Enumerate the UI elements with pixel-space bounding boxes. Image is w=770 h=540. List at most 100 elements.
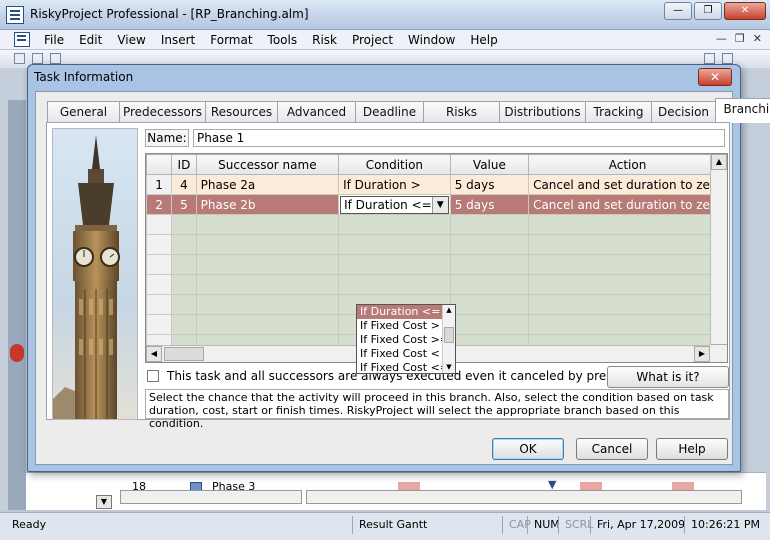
table-hscroll[interactable] — [120, 490, 302, 504]
cell-condition[interactable]: If Duration <= ▼ — [338, 194, 451, 215]
minimize-icon[interactable]: — — [664, 2, 692, 20]
empty-cell[interactable] — [195, 254, 340, 275]
tab-risks[interactable]: Risks — [423, 101, 499, 123]
empty-cell[interactable] — [449, 254, 530, 275]
scroll-down-icon[interactable]: ▼ — [96, 495, 112, 509]
menu-edit[interactable]: Edit — [79, 33, 102, 47]
cell-successor-name[interactable]: Phase 2b — [195, 194, 340, 215]
empty-cell[interactable] — [338, 234, 451, 255]
cell-action[interactable]: Cancel and set duration to zero — [528, 174, 727, 195]
warning-badge-icon[interactable] — [10, 344, 24, 362]
empty-cell[interactable] — [528, 274, 727, 295]
empty-cell[interactable] — [449, 294, 530, 315]
tab-resources[interactable]: Resources — [205, 101, 277, 123]
mdi-close-icon[interactable]: ✕ — [753, 32, 762, 45]
what-is-it-button[interactable]: What is it? — [607, 366, 729, 388]
tab-distributions[interactable]: Distributions — [499, 101, 585, 123]
empty-cell[interactable] — [338, 214, 451, 235]
menu-risk[interactable]: Risk — [312, 33, 337, 47]
toolbar-extra-icon[interactable] — [704, 53, 715, 64]
condition-select[interactable]: If Duration <= ▼ — [340, 195, 449, 214]
empty-cell[interactable] — [171, 214, 197, 235]
app-icon[interactable] — [6, 6, 24, 24]
empty-cell[interactable] — [449, 214, 530, 235]
tab-general[interactable]: General — [47, 101, 119, 123]
cell-action[interactable]: Cancel and set duration to zero — [528, 194, 727, 215]
cancel-button[interactable]: Cancel — [576, 438, 648, 460]
dropdown-scrollbar[interactable]: ▲ ▼ — [442, 305, 455, 373]
cell-successor-name[interactable]: Phase 2a — [195, 174, 340, 195]
cell-id[interactable]: 5 — [171, 194, 197, 215]
empty-cell[interactable] — [146, 314, 173, 335]
document-icon[interactable] — [14, 32, 30, 47]
tab-advanced[interactable]: Advanced — [277, 101, 355, 123]
column-header-successor-name[interactable]: Successor name — [195, 154, 340, 175]
ok-button[interactable]: OK — [492, 438, 564, 460]
dropdown-scroll-up-icon[interactable]: ▲ — [444, 306, 454, 314]
mdi-minimize-icon[interactable]: — — [716, 32, 727, 45]
gantt-hscroll[interactable] — [306, 490, 742, 504]
condition-option[interactable]: If Fixed Cost >= — [357, 333, 449, 347]
empty-cell[interactable] — [171, 254, 197, 275]
menu-view[interactable]: View — [117, 33, 145, 47]
tab-deadline[interactable]: Deadline — [355, 101, 423, 123]
empty-cell[interactable] — [171, 274, 197, 295]
empty-cell[interactable] — [449, 314, 530, 335]
chevron-down-icon[interactable]: ▼ — [431, 196, 448, 213]
condition-option[interactable]: If Fixed Cost > — [357, 319, 443, 333]
empty-cell[interactable] — [528, 214, 727, 235]
menu-format[interactable]: Format — [210, 33, 252, 47]
dropdown-scroll-down-icon[interactable]: ▼ — [444, 363, 454, 371]
menu-project[interactable]: Project — [352, 33, 393, 47]
toolbar-extra2-icon[interactable] — [722, 53, 733, 64]
empty-cell[interactable] — [146, 234, 173, 255]
cell-value[interactable]: 5 days — [449, 194, 530, 215]
empty-cell[interactable] — [338, 274, 451, 295]
empty-cell[interactable] — [195, 294, 340, 315]
scroll-thumb[interactable] — [164, 347, 204, 361]
empty-cell[interactable] — [338, 254, 451, 275]
toolbar-save-icon[interactable] — [50, 53, 61, 64]
row-number[interactable]: 2 — [146, 194, 173, 215]
cell-condition[interactable]: If Duration > — [338, 174, 451, 195]
menu-file[interactable]: File — [44, 33, 64, 47]
toolbar-new-icon[interactable] — [14, 53, 25, 64]
dropdown-scroll-thumb[interactable] — [444, 327, 454, 343]
scroll-left-icon[interactable]: ◀ — [146, 346, 162, 362]
condition-option[interactable]: If Fixed Cost <= — [357, 361, 449, 373]
empty-cell[interactable] — [528, 294, 727, 315]
empty-cell[interactable] — [171, 314, 197, 335]
column-header-condition[interactable]: Condition — [338, 154, 451, 175]
always-execute-checkbox[interactable] — [147, 370, 159, 382]
empty-table-row[interactable] — [146, 234, 727, 255]
table-row[interactable]: 2 5 Phase 2b If Duration <= ▼ 5 days Cancel an… — [146, 194, 727, 215]
tab-tracking[interactable]: Tracking — [585, 101, 651, 123]
table-row[interactable]: 1 4 Phase 2a If Duration >5 days Cancel and … — [146, 174, 727, 195]
help-button[interactable]: Help — [656, 438, 728, 460]
empty-cell[interactable] — [449, 274, 530, 295]
empty-cell[interactable] — [146, 254, 173, 275]
tab-branching[interactable]: Branching — [715, 98, 770, 123]
empty-cell[interactable] — [146, 214, 173, 235]
restore-icon[interactable]: ❐ — [694, 2, 722, 20]
empty-cell[interactable] — [146, 294, 173, 315]
menu-tools[interactable]: Tools — [268, 33, 298, 47]
cell-value[interactable]: 5 days — [449, 174, 530, 195]
empty-table-row[interactable] — [146, 254, 727, 275]
empty-cell[interactable] — [449, 234, 530, 255]
tab-predecessors[interactable]: Predecessors — [119, 101, 205, 123]
menu-window[interactable]: Window — [408, 33, 455, 47]
task-name-field[interactable] — [193, 129, 725, 147]
tab-decision[interactable]: Decision — [651, 101, 715, 123]
menu-insert[interactable]: Insert — [161, 33, 195, 47]
empty-cell[interactable] — [528, 234, 727, 255]
column-header-id[interactable]: ID — [171, 154, 197, 175]
scroll-right-icon[interactable]: ▶ — [694, 346, 710, 362]
dialog-close-icon[interactable]: ✕ — [698, 68, 732, 86]
empty-cell[interactable] — [146, 274, 173, 295]
condition-option[interactable]: If Duration <= — [357, 305, 443, 319]
empty-cell[interactable] — [171, 234, 197, 255]
empty-cell[interactable] — [528, 314, 727, 335]
column-header-action[interactable]: Action — [528, 154, 727, 175]
cell-id[interactable]: 4 — [171, 174, 197, 195]
